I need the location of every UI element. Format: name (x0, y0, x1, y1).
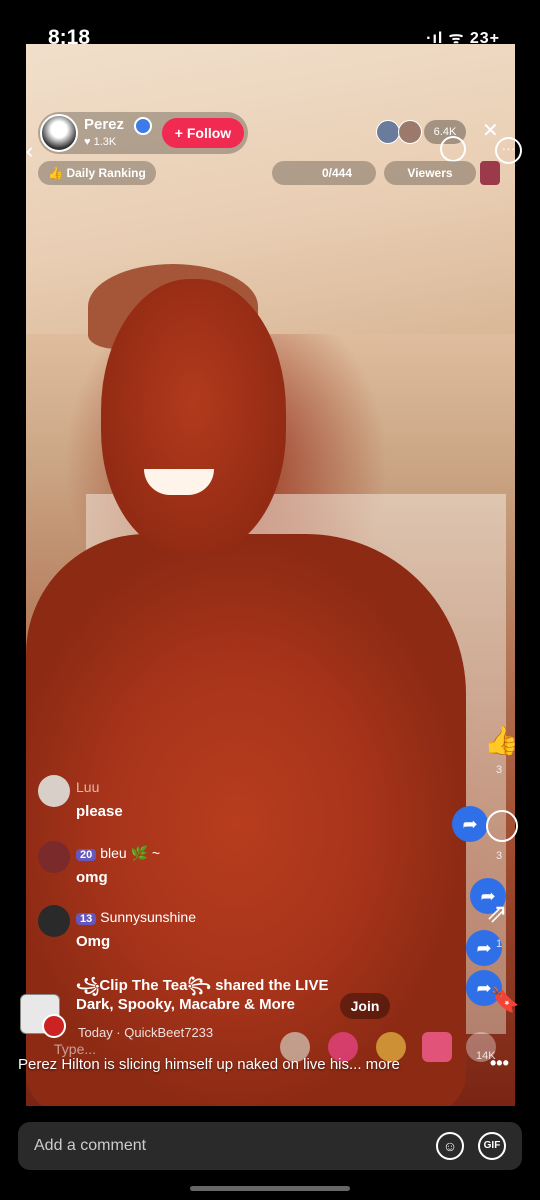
comment-count: 3 (496, 850, 503, 862)
emoji-icon[interactable]: ☺ (436, 1132, 464, 1160)
status-icons: ·ıl ᯤ 23+ (426, 30, 500, 47)
gif-icon[interactable]: GIF (478, 1132, 506, 1160)
comment-username[interactable]: Luu (76, 779, 99, 795)
search-icon[interactable] (440, 136, 466, 162)
comment-username[interactable]: Sunnysunshine (100, 909, 196, 925)
comment-username-row[interactable]: 13 Sunnysunshine (76, 909, 196, 925)
status-time: 8:18 (48, 26, 91, 49)
level-badge: 20 (76, 849, 97, 861)
forward-icon[interactable]: ⇗ (486, 898, 518, 930)
close-icon[interactable]: ✕ (482, 118, 499, 143)
today-text: Today · QuickBeet7233 (78, 1025, 214, 1040)
share-count: 1 (496, 938, 503, 950)
shared-live-avatar[interactable] (42, 1014, 66, 1038)
gift-icon[interactable] (422, 1032, 452, 1062)
comment-input[interactable]: Add a comment (34, 1137, 146, 1155)
type-hint: Type... (54, 1041, 97, 1057)
viewers-pill[interactable]: Viewers (384, 161, 476, 185)
back-chevron-icon[interactable]: ‹ (26, 138, 33, 164)
host-likes: ♥ 1.3K (84, 136, 117, 148)
bookmark-icon[interactable]: 🔖 (490, 986, 522, 1018)
daily-ranking-pill[interactable]: 👍 Daily Ranking (38, 161, 156, 185)
host-name[interactable]: Perez (84, 116, 124, 133)
like-count: 3 (496, 764, 503, 776)
comment-avatar[interactable] (38, 905, 70, 937)
gift-progress-value: 0/444 (321, 166, 352, 180)
follow-button[interactable]: + Follow (162, 118, 244, 148)
comment-text: please (76, 803, 123, 820)
streamer-body (26, 534, 466, 1106)
post-caption[interactable]: Perez Hilton is slicing himself up naked… (18, 1056, 400, 1073)
comment-username-row[interactable]: 20 bleu 🌿 ~ (76, 845, 160, 862)
level-badge: 13 (76, 913, 97, 925)
comment-text: omg (76, 869, 108, 886)
gift-progress-pill[interactable]: 0/444 (272, 161, 376, 185)
viewer-avatar-2[interactable] (398, 120, 422, 144)
join-button[interactable]: Join (340, 993, 390, 1019)
comment-avatar[interactable] (38, 775, 70, 807)
verified-icon (134, 117, 152, 135)
top-gifter-avatar[interactable] (480, 161, 500, 185)
ranking-hand-icon: 👍 (48, 166, 64, 180)
live-title: Dark, Spooky, Macabre & More (76, 996, 295, 1013)
daily-ranking-label: Daily Ranking (66, 166, 146, 180)
share-arrow-icon[interactable]: ➦ (452, 806, 488, 842)
streamer-head (101, 279, 286, 554)
like-icon[interactable]: 👍 (484, 724, 519, 756)
comment-text: Omg (76, 933, 111, 950)
viewer-avatar-1[interactable] (376, 120, 400, 144)
comment-username[interactable]: bleu 🌿 ~ (100, 845, 160, 861)
more-options-icon[interactable]: ··· (495, 137, 522, 164)
host-avatar[interactable] (40, 114, 78, 152)
comment-avatar[interactable] (38, 841, 70, 873)
host-likes-count: 1.3K (93, 136, 117, 148)
caption-more-icon[interactable]: ••• (490, 1053, 509, 1074)
comment-bubble-icon[interactable] (486, 810, 518, 842)
home-indicator (190, 1186, 350, 1191)
